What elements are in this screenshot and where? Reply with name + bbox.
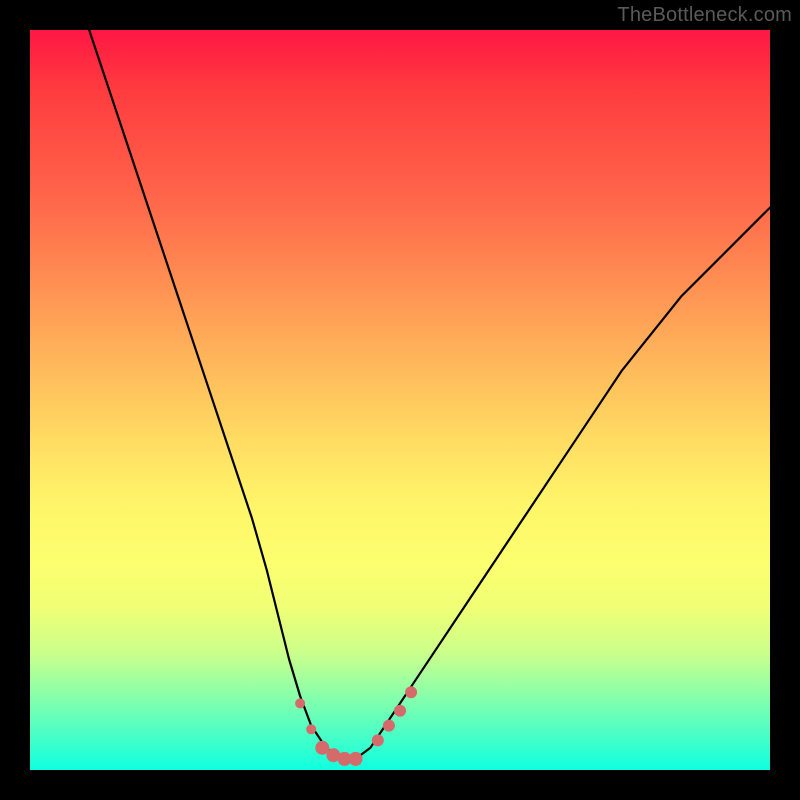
plot-area xyxy=(30,30,770,770)
curve-marker xyxy=(394,705,406,717)
curve-marker xyxy=(405,686,417,698)
curve-marker xyxy=(383,720,395,732)
chart-frame: TheBottleneck.com xyxy=(0,0,800,800)
marker-group xyxy=(295,686,417,766)
bottleneck-curve xyxy=(89,30,770,759)
curve-marker xyxy=(295,698,305,708)
curve-marker xyxy=(306,724,316,734)
curve-marker xyxy=(372,734,384,746)
curve-marker xyxy=(349,752,363,766)
watermark-text: TheBottleneck.com xyxy=(617,4,792,27)
chart-svg xyxy=(30,30,770,770)
